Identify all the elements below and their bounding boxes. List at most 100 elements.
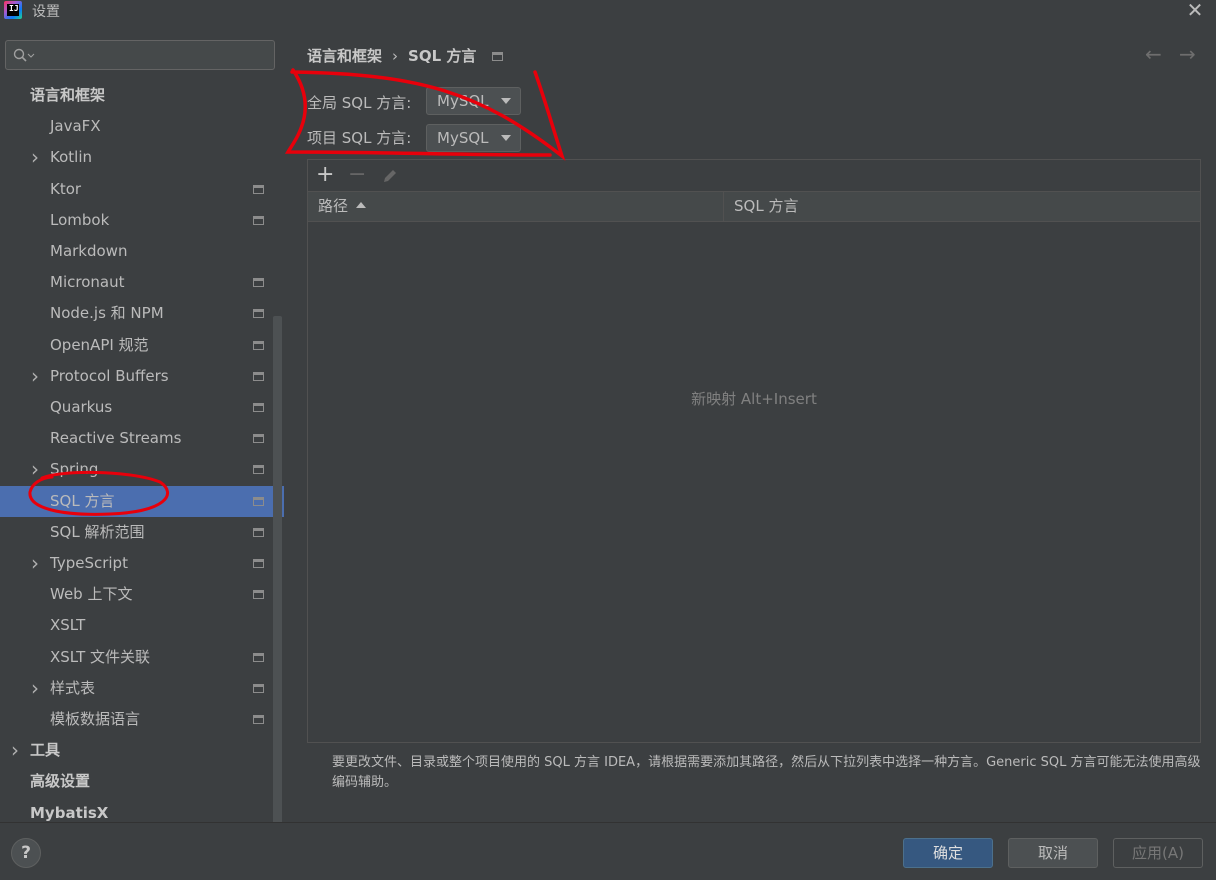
sidebar-item-label: Spring xyxy=(50,460,99,479)
sidebar-item-语言和框架[interactable]: 语言和框架 xyxy=(0,80,284,111)
sidebar-item-sql-解析范围[interactable]: SQL 解析范围 xyxy=(0,517,284,548)
sidebar-item-label: Node.js 和 NPM xyxy=(50,304,164,323)
sidebar-item-label: Reactive Streams xyxy=(50,429,182,448)
sidebar-item-label: XSLT xyxy=(50,616,86,635)
remove-mapping-button[interactable]: − xyxy=(348,163,366,187)
sidebar-item-样式表[interactable]: › 样式表 xyxy=(0,673,284,704)
sidebar-item-label: 模板数据语言 xyxy=(50,710,141,728)
global-dialect-select[interactable]: MySQL xyxy=(426,87,521,115)
sidebar-item-lombok[interactable]: Lombok xyxy=(0,205,284,236)
project-scope-icon xyxy=(253,496,264,506)
sidebar-item-label: Quarkus xyxy=(50,398,113,416)
apply-button[interactable]: 应用(A) xyxy=(1113,838,1203,868)
settings-sidebar: 语言和框架 JavaFX › Kotlin Ktor Lombok Markdown Micr… xyxy=(0,26,284,848)
project-scope-icon xyxy=(253,215,264,225)
breadcrumb: 语言和框架 › SQL 方言 xyxy=(307,45,476,66)
project-scope-icon xyxy=(253,340,264,350)
column-header-path[interactable]: 路径 xyxy=(308,192,724,221)
project-scope-icon xyxy=(253,434,264,444)
search-input[interactable] xyxy=(38,44,268,66)
sidebar-item-label: Kotlin xyxy=(50,148,92,167)
help-icon[interactable]: ? xyxy=(11,838,41,868)
forward-arrow-icon[interactable]: → xyxy=(1179,42,1196,66)
sidebar-item-xslt[interactable]: XSLT xyxy=(0,610,284,641)
project-scope-icon xyxy=(253,371,264,381)
sidebar-item-javafx[interactable]: JavaFX xyxy=(0,111,284,142)
sidebar-item-工具[interactable]: › 工具 xyxy=(0,735,284,766)
sidebar-item-ktor[interactable]: Ktor xyxy=(0,174,284,205)
sidebar-item-label: SQL 方言 xyxy=(50,491,115,510)
dialog-footer: ? 确定 取消 应用(A) xyxy=(0,822,1216,880)
sidebar-item-label: SQL 解析范围 xyxy=(50,522,145,541)
project-scope-icon xyxy=(253,559,264,568)
project-dialect-value: MySQL xyxy=(437,129,489,147)
breadcrumb-parent[interactable]: 语言和框架 xyxy=(307,47,382,65)
project-scope-icon xyxy=(253,465,264,475)
sidebar-item-模板数据语言[interactable]: 模板数据语言 xyxy=(0,704,284,735)
intellij-app-icon: IJ xyxy=(4,1,22,19)
close-icon[interactable]: ✕ xyxy=(1184,0,1206,22)
add-mapping-button[interactable]: + xyxy=(316,163,334,187)
sidebar-item-markdown[interactable]: Markdown xyxy=(0,236,284,267)
project-scope-icon xyxy=(253,278,264,288)
sidebar-item-label: Micronaut xyxy=(50,273,125,292)
chevron-right-icon[interactable]: › xyxy=(31,548,39,579)
dropdown-arrow-icon xyxy=(501,135,511,141)
window-title: 设置 xyxy=(32,4,60,20)
chevron-right-icon[interactable]: › xyxy=(31,454,39,485)
dropdown-arrow-icon xyxy=(501,98,511,104)
table-toolbar: + − xyxy=(308,160,1200,191)
sidebar-scrollbar[interactable] xyxy=(273,316,282,848)
sidebar-item-protocol-buffers[interactable]: › Protocol Buffers xyxy=(0,361,284,392)
sidebar-item-label: TypeScript xyxy=(50,554,128,572)
chevron-right-icon[interactable]: › xyxy=(11,735,19,766)
sidebar-item-web-上下文[interactable]: Web 上下文 xyxy=(0,579,284,610)
project-scope-icon xyxy=(253,652,264,662)
project-scope-icon xyxy=(253,715,264,724)
table-body[interactable]: 新映射 Alt+Insert xyxy=(308,222,1200,742)
sidebar-item-label: Markdown xyxy=(50,242,128,260)
breadcrumb-separator: › xyxy=(392,47,399,65)
project-dialect-select[interactable]: MySQL xyxy=(426,124,521,152)
sidebar-item-node-js-和-npm[interactable]: Node.js 和 NPM xyxy=(0,298,284,329)
sidebar-item-xslt-文件关联[interactable]: XSLT 文件关联 xyxy=(0,642,284,673)
column-header-dialect[interactable]: SQL 方言 xyxy=(724,192,1200,221)
title-bar: IJ 设置 ✕ xyxy=(0,0,1216,26)
sidebar-item-spring[interactable]: › Spring xyxy=(0,454,284,485)
sidebar-item-label: 样式表 xyxy=(50,678,96,697)
dialect-mapping-table: + − 路径 SQL 方言 新映射 Alt+Insert xyxy=(307,159,1201,743)
settings-content: 语言和框架 › SQL 方言 ← → 全局 SQL 方言: MySQL 项目 SQL… xyxy=(284,26,1216,822)
chevron-right-icon[interactable]: › xyxy=(31,142,39,173)
sidebar-item-label: 工具 xyxy=(30,741,61,760)
chevron-right-icon[interactable]: › xyxy=(31,673,39,704)
sidebar-item-typescript[interactable]: › TypeScript xyxy=(0,548,284,579)
ok-button[interactable]: 确定 xyxy=(903,838,993,868)
project-scope-icon xyxy=(253,590,264,600)
project-scope-icon xyxy=(492,52,503,61)
sidebar-item-kotlin[interactable]: › Kotlin xyxy=(0,142,284,173)
sidebar-item-label: JavaFX xyxy=(50,117,101,136)
global-dialect-value: MySQL xyxy=(437,92,489,110)
help-description: 要更改文件、目录或整个项目使用的 SQL 方言 IDEA，请根据需要添加其路径，… xyxy=(332,755,1201,790)
back-arrow-icon[interactable]: ← xyxy=(1145,42,1162,66)
sidebar-item-label: 语言和框架 xyxy=(30,86,106,104)
sidebar-item-openapi-规范[interactable]: OpenAPI 规范 xyxy=(0,330,284,361)
project-scope-icon xyxy=(253,403,264,412)
sidebar-item-label: OpenAPI 规范 xyxy=(50,335,149,354)
edit-pencil-icon[interactable] xyxy=(380,166,400,192)
project-scope-icon xyxy=(253,527,264,537)
project-scope-icon xyxy=(253,683,264,693)
project-dialect-label: 项目 SQL 方言: xyxy=(307,129,412,147)
sidebar-item-quarkus[interactable]: Quarkus xyxy=(0,392,284,423)
sidebar-item-sql-方言[interactable]: SQL 方言 xyxy=(0,485,284,517)
sidebar-item-label: XSLT 文件关联 xyxy=(50,647,151,666)
sidebar-item-micronaut[interactable]: Micronaut xyxy=(0,267,284,298)
chevron-right-icon[interactable]: › xyxy=(31,361,39,392)
cancel-button[interactable]: 取消 xyxy=(1008,838,1098,868)
sidebar-item-高级设置[interactable]: 高级设置 xyxy=(0,766,284,797)
search-field[interactable] xyxy=(5,40,275,70)
sidebar-item-label: Protocol Buffers xyxy=(50,366,169,385)
search-icon xyxy=(13,48,35,62)
sidebar-item-reactive-streams[interactable]: Reactive Streams xyxy=(0,423,284,454)
sidebar-item-label: Lombok xyxy=(50,210,110,229)
